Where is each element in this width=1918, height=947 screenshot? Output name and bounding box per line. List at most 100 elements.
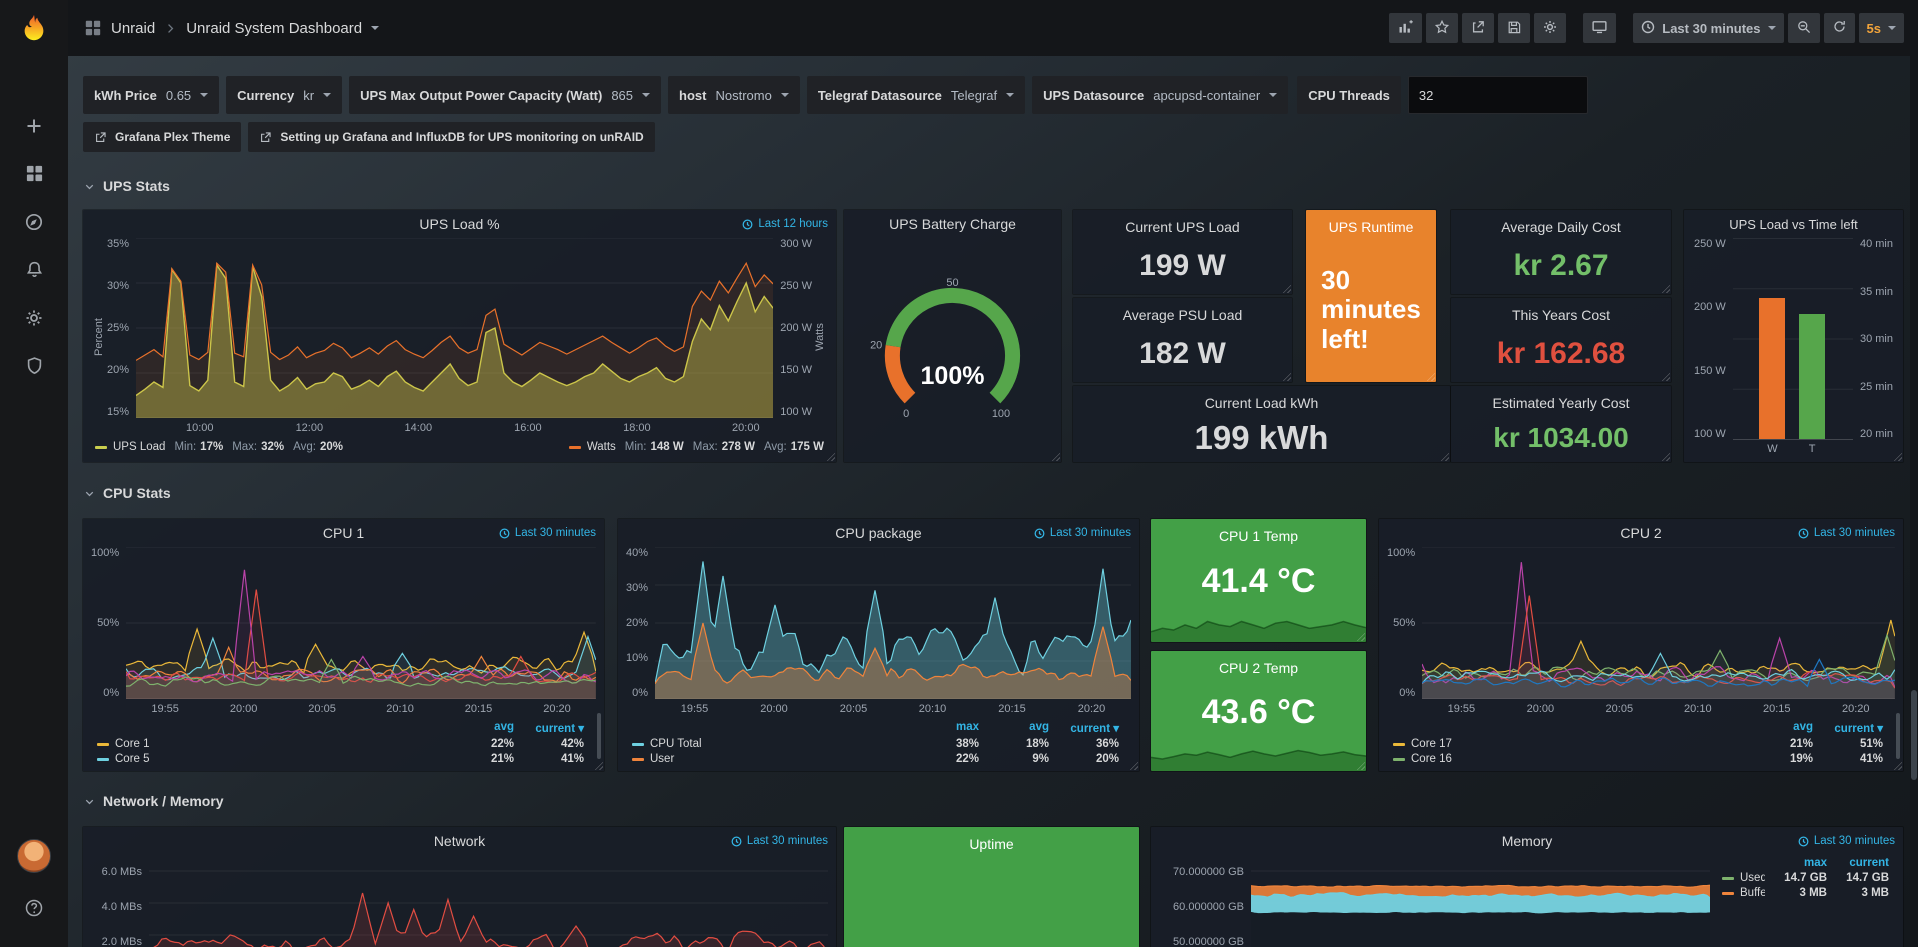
panel-cpu-1: CPU 1 Last 30 minutes 100%50%0%19:5520:0… [83,519,604,771]
panel-average-daily-cost: Average Daily Cost kr 2.67 [1451,210,1671,294]
cpu-threads-input[interactable] [1408,76,1588,114]
panel-title[interactable]: CPU 2 Temp [1151,651,1366,681]
sidebar-item-alerting[interactable] [14,251,54,291]
panel-time-range-badge[interactable]: Last 12 hours [742,210,828,238]
sidebar-item-explore[interactable] [14,203,54,243]
panel-time-range-badge[interactable]: Last 30 minutes [731,827,828,855]
clock-icon [1798,836,1809,847]
chart-legend[interactable]: UPS LoadMin:17%Max:32%Avg:20%WattsMin:14… [91,436,828,456]
panel-title[interactable]: UPS Runtime [1306,210,1436,240]
caret-down-icon [781,93,789,97]
sidebar-item-server-admin[interactable] [14,347,54,387]
add-panel-button[interactable] [1389,13,1422,43]
panel-title[interactable]: This Years Cost [1451,298,1671,328]
variable-host[interactable]: hostNostromo [668,76,800,114]
panel-title[interactable]: Memory [1502,833,1553,849]
panel-title[interactable]: UPS Load vs Time left [1729,217,1858,232]
grafana-logo[interactable] [0,0,68,56]
link-ups-monitoring-guide[interactable]: Setting up Grafana and InfluxDB for UPS … [248,122,654,152]
tv-icon [1591,18,1608,38]
link-grafana-plex-theme[interactable]: Grafana Plex Theme [83,122,241,152]
time-range-label: Last 30 minutes [1662,21,1760,36]
panel-title[interactable]: UPS Load % [419,216,499,232]
variable-ups-datasource[interactable]: UPS Datasourceapcupsd-container [1032,76,1288,114]
page-scrollbar-thumb[interactable] [1911,690,1917,780]
stat-value: 199 W [1073,238,1292,294]
panel-title[interactable]: UPS Battery Charge [889,216,1016,232]
svg-text:100: 100 [992,407,1010,419]
panel-title[interactable]: Average Daily Cost [1451,210,1671,240]
variable-ups-max-output[interactable]: UPS Max Output Power Capacity (Watt)865 [349,76,661,114]
chevron-down-icon [83,180,96,193]
variable-kwh-price[interactable]: kWh Price0.65 [83,76,219,114]
panel-title[interactable]: CPU 2 [1620,525,1661,541]
cycle-view-button[interactable] [1583,13,1616,43]
breadcrumb: Unraid Unraid System Dashboard [84,19,379,37]
variable-telegraf-datasource[interactable]: Telegraf DatasourceTelegraf [807,76,1025,114]
svg-text:20: 20 [870,339,882,351]
chart-legend[interactable]: avgcurrent ▾Core 1721%51%Core 1619%41% [1387,717,1895,765]
sidebar-nav [14,107,54,387]
panel-title[interactable]: Network [434,833,485,849]
stat-value: kr 1034.00 [1451,414,1671,462]
panel-title[interactable]: Current UPS Load [1073,210,1292,240]
time-series-chart[interactable]: 100%50%0%19:5520:0020:0520:1020:1520:20 [1387,547,1895,717]
panel-title[interactable]: Estimated Yearly Cost [1451,386,1671,416]
time-series-chart[interactable]: 100%50%0%19:5520:0020:0520:1020:1520:20 [91,547,596,717]
panel-time-range-badge[interactable]: Last 30 minutes [1034,519,1131,547]
variable-currency[interactable]: Currencykr [226,76,342,114]
sidebar-item-create[interactable] [14,107,54,147]
time-series-chart[interactable]: Percent35%30%25%20%15%10:0012:0014:0016:… [91,238,828,436]
panel-title[interactable]: Uptime [844,827,1139,857]
chart-legend[interactable]: maxavgcurrent ▾CPU Total38%18%36%User22%… [626,717,1131,765]
sidebar-item-configuration[interactable] [14,299,54,339]
legend-scrollbar[interactable] [597,713,601,759]
panel-network: Network Last 30 minutes 6.0 MBs4.0 MBs2.… [83,827,836,947]
panel-title[interactable]: CPU package [835,525,921,541]
topbar: Unraid Unraid System Dashboard Last 30 m… [68,0,1918,56]
clock-icon [1641,20,1655,37]
chart-legend[interactable]: maxcurrentUsed14.7 GB14.7 GBBuffered3 MB… [1710,855,1895,947]
save-button[interactable] [1498,13,1530,43]
panel-title[interactable]: CPU 1 [323,525,364,541]
time-range-picker[interactable]: Last 30 minutes [1633,13,1783,43]
time-series-chart[interactable]: 6.0 MBs4.0 MBs2.0 MBs [91,855,828,947]
battery-gauge: 02050100 [852,238,1053,454]
dashboards-grid-icon [25,164,44,186]
panel-title[interactable]: CPU 1 Temp [1151,519,1366,549]
sidebar [0,0,68,947]
section-cpu-stats[interactable]: CPU Stats [83,482,171,504]
legend-scrollbar[interactable] [1896,713,1900,759]
refresh-interval-picker[interactable]: 5s [1859,13,1904,43]
user-avatar[interactable] [17,839,51,873]
chart-legend[interactable]: avgcurrent ▾Core 122%42%Core 521%41% [91,717,596,765]
caret-down-icon [1888,26,1896,30]
save-icon [1506,19,1522,38]
add-panel-icon [1397,19,1414,38]
panel-time-range-badge[interactable]: Last 30 minutes [499,519,596,547]
breadcrumb-page-title[interactable]: Unraid System Dashboard [186,20,362,37]
bar-chart[interactable]: 250 W200 W150 W100 WWT40 min35 min30 min… [1694,238,1893,456]
panel-time-range-badge[interactable]: Last 30 minutes [1798,827,1895,855]
breadcrumb-folder[interactable]: Unraid [111,20,155,37]
panel-this-years-cost: This Years Cost kr 162.68 [1451,298,1671,382]
time-series-chart[interactable]: 40%30%20%10%0%19:5520:0020:0520:1020:152… [626,547,1131,717]
topbar-actions: Last 30 minutes 5s [1389,13,1904,43]
panel-title[interactable]: Average PSU Load [1073,298,1292,328]
page-scrollbar[interactable] [1910,0,1918,947]
share-button[interactable] [1462,13,1494,43]
section-ups-stats[interactable]: UPS Stats [83,175,170,197]
clock-icon [742,219,753,230]
caret-down-icon [323,93,331,97]
star-button[interactable] [1426,13,1458,43]
panel-time-range-badge[interactable]: Last 30 minutes [1798,519,1895,547]
section-network-memory[interactable]: Network / Memory [83,790,224,812]
panel-title[interactable]: Current Load kWh [1073,386,1450,416]
time-series-chart[interactable]: 70.000000 GB60.000000 GB50.000000 GB [1159,855,1710,947]
dashboard-settings-button[interactable] [1534,13,1566,43]
refresh-button[interactable] [1824,13,1855,43]
sidebar-item-dashboards[interactable] [14,155,54,195]
sidebar-item-help[interactable] [14,889,54,929]
grafana-app: Unraid Unraid System Dashboard Last 30 m… [0,0,1918,947]
zoom-out-button[interactable] [1788,13,1820,43]
